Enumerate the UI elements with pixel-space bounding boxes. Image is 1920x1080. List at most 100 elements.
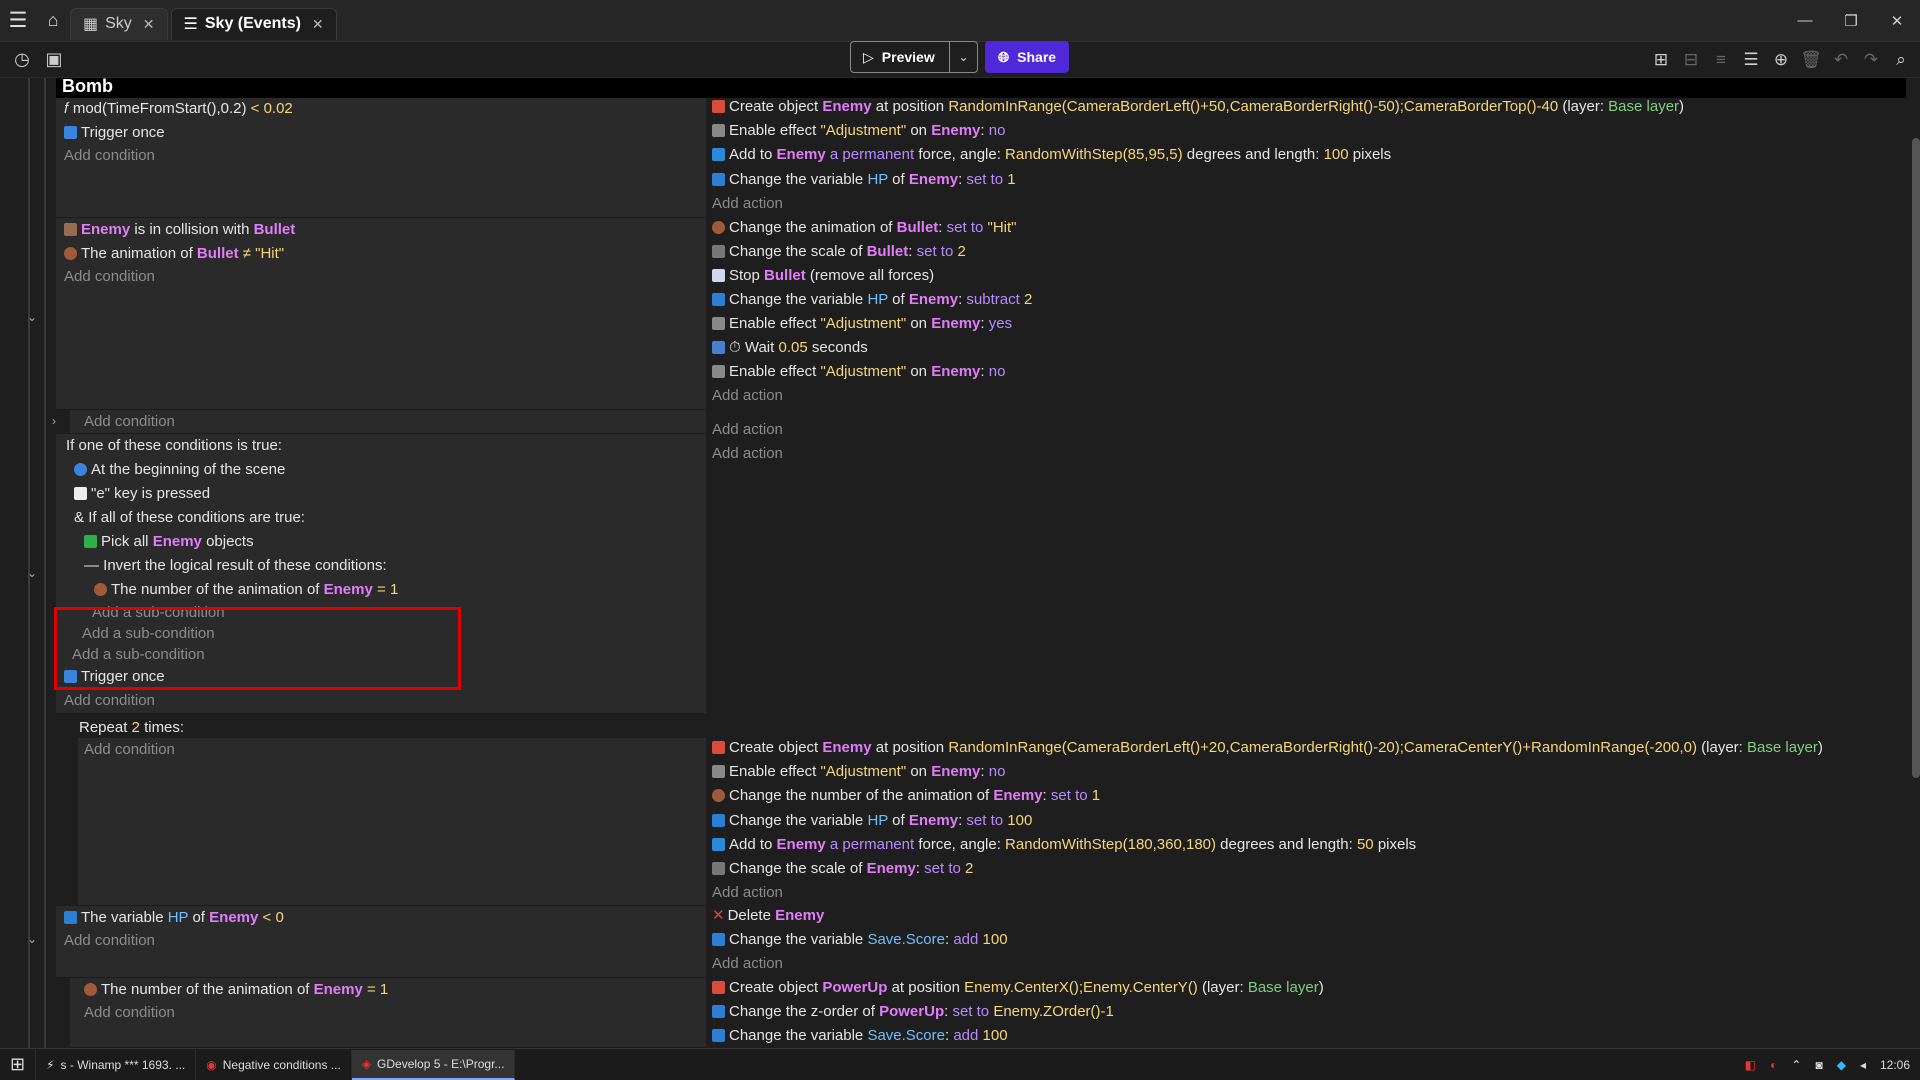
action-variable[interactable]: Change the variable HP of Enemy: set to …	[712, 812, 1032, 830]
chevron-down-icon[interactable]: ⌄	[27, 932, 37, 946]
invert-text: Invert the logical result of these condi…	[103, 557, 387, 574]
action-force[interactable]: Add to Enemy a permanent force, angle: R…	[712, 146, 1391, 164]
condition-animation-number[interactable]: The number of the animation of Enemy = 1	[84, 981, 388, 999]
add-condition-link[interactable]: Add condition	[84, 413, 175, 431]
gamepad-icon[interactable]: ◙	[1815, 1058, 1822, 1072]
close-icon[interactable]: ✕	[312, 16, 324, 33]
action-zorder[interactable]: Change the z-order of PowerUp: set to En…	[712, 1003, 1114, 1021]
event-5-conditions[interactable]: The variable HP of Enemy < 0 Add conditi…	[56, 906, 706, 978]
tray-app-icon[interactable]: ◐	[1770, 1058, 1777, 1072]
condition-animation[interactable]: The animation of Bullet ≠ "Hit"	[64, 245, 284, 263]
event-2-conditions[interactable]: Enemy is in collision with Bullet The an…	[56, 218, 706, 410]
chevron-down-icon[interactable]: ⌄	[27, 566, 37, 580]
preview-button[interactable]: ▷ Preview ⌄	[850, 41, 978, 73]
repeat-header[interactable]: Repeat 2 times:	[79, 719, 184, 737]
preview-main[interactable]: ▷ Preview	[851, 49, 949, 66]
menu-icon[interactable]: ☰	[0, 0, 36, 42]
event-tools: ⊞ ⊟ ≡ ☰ ⊕ 🗑︎ ↶ ↷ ⌕	[1646, 42, 1916, 78]
action-create[interactable]: Create object Enemy at position RandomIn…	[712, 98, 1684, 116]
add-condition-link[interactable]: Add condition	[84, 1004, 175, 1022]
chevron-right-icon[interactable]: ›	[52, 414, 56, 428]
add-action-link[interactable]: Add action	[712, 387, 783, 405]
add-condition-link[interactable]: Add condition	[64, 932, 155, 950]
add-action-link[interactable]: Add action	[712, 195, 783, 213]
home-icon[interactable]: ⌂	[36, 0, 70, 42]
chevron-down-icon[interactable]: ⌄	[949, 42, 977, 72]
action-create[interactable]: Create object PowerUp at position Enemy.…	[712, 979, 1324, 997]
action-effect[interactable]: Enable effect "Adjustment" on Enemy: no	[712, 763, 1005, 781]
add-sub-condition-link[interactable]: Add a sub-condition	[92, 604, 225, 622]
condition-invert[interactable]: — Invert the logical result of these con…	[84, 557, 387, 575]
condition-animation-number[interactable]: The number of the animation of Enemy = 1	[94, 581, 398, 599]
action-force[interactable]: Add to Enemy a permanent force, angle: R…	[712, 836, 1416, 854]
tab-sky-events[interactable]: ☰ Sky (Events) ✕	[170, 7, 337, 40]
action-scale[interactable]: Change the scale of Enemy: set to 2	[712, 860, 973, 878]
tray-app-icon[interactable]: ◆	[1837, 1058, 1846, 1072]
action-animation-number[interactable]: Change the number of the animation of En…	[712, 787, 1100, 805]
add-action-link[interactable]: Add action	[712, 445, 783, 463]
comment-icon[interactable]: ☰	[1736, 50, 1766, 70]
condition-formula[interactable]: 𝑓 mod(TimeFromStart(),0.2) < 0.02	[64, 100, 293, 118]
close-window-icon[interactable]: ✕	[1874, 12, 1920, 30]
action-animation[interactable]: Change the animation of Bullet: set to "…	[712, 219, 1016, 237]
trigger-icon	[64, 670, 77, 683]
restore-icon[interactable]: ❐	[1828, 12, 1874, 30]
condition-trigger-once[interactable]: Trigger once	[64, 668, 165, 686]
search-icon[interactable]: ⌕	[1886, 50, 1916, 70]
add-condition-link[interactable]: Add condition	[84, 741, 175, 759]
action-scale[interactable]: Change the scale of Bullet: set to 2	[712, 243, 966, 261]
pick-label: Pick all	[101, 533, 149, 550]
action-variable[interactable]: Change the variable HP of Enemy: subtrac…	[712, 291, 1032, 309]
action-effect[interactable]: Enable effect "Adjustment" on Enemy: no	[712, 363, 1005, 381]
add-action-link[interactable]: Add action	[712, 955, 783, 973]
condition-trigger-once[interactable]: Trigger once	[64, 124, 165, 142]
sub-event-conditions[interactable]: Add condition	[70, 410, 706, 434]
group-title[interactable]: Bomb	[56, 78, 1906, 98]
clock[interactable]: 12:06	[1880, 1058, 1910, 1072]
action-delete[interactable]: ✕ Delete Enemy	[712, 907, 824, 925]
event-6-conditions[interactable]: The number of the animation of Enemy = 1…	[70, 978, 706, 1048]
add-icon[interactable]: ⊕	[1766, 50, 1796, 70]
scrollbar[interactable]	[1912, 138, 1920, 778]
start-button[interactable]: ⊞	[0, 1049, 37, 1080]
action-score[interactable]: Change the variable Save.Score: add 100	[712, 931, 1008, 949]
action-create[interactable]: Create object Enemy at position RandomIn…	[712, 739, 1823, 757]
tab-sky[interactable]: ▦ Sky ✕	[70, 7, 168, 40]
action-effect[interactable]: Enable effect "Adjustment" on Enemy: no	[712, 122, 1005, 140]
minimize-icon[interactable]: —	[1782, 12, 1828, 30]
timer-icon	[712, 341, 725, 354]
add-event-icon[interactable]: ⊞	[1646, 50, 1676, 70]
condition-scene-start[interactable]: At the beginning of the scene	[74, 461, 285, 479]
share-button[interactable]: 🌐︎ Share	[985, 41, 1069, 73]
volume-icon[interactable]: ◂	[1860, 1058, 1866, 1072]
condition-variable[interactable]: The variable HP of Enemy < 0	[64, 909, 284, 927]
add-action-link[interactable]: Add action	[712, 884, 783, 902]
add-action-link[interactable]: Add action	[712, 421, 783, 439]
action-effect[interactable]: Enable effect "Adjustment" on Enemy: yes	[712, 315, 1012, 333]
chevron-up-icon[interactable]: ⌃	[1791, 1058, 1801, 1072]
add-sub-condition-link[interactable]: Add a sub-condition	[72, 646, 205, 664]
add-condition-link[interactable]: Add condition	[64, 692, 155, 710]
add-sub-condition-link[interactable]: Add a sub-condition	[82, 625, 215, 643]
close-icon[interactable]: ✕	[143, 16, 155, 33]
event-or-conditions[interactable]: If one of these conditions is true: At t…	[56, 434, 706, 714]
condition-pick-all[interactable]: Pick all Enemy objects	[84, 533, 254, 551]
action-variable[interactable]: Change the variable HP of Enemy: set to …	[712, 171, 1016, 189]
action-wait[interactable]: ⏱ Wait 0.05 seconds	[712, 339, 868, 357]
taskbar-gdevelop[interactable]: ◈ GDevelop 5 - E:\Progr...	[351, 1049, 516, 1080]
history-icon[interactable]: ◷	[6, 42, 38, 78]
add-condition-link[interactable]: Add condition	[64, 147, 155, 165]
action-stop[interactable]: Stop Bullet (remove all forces)	[712, 267, 934, 285]
repeat-conditions[interactable]: Add condition	[78, 738, 706, 906]
add-condition-link[interactable]: Add condition	[64, 268, 155, 286]
event-1-conditions[interactable]: 𝑓 mod(TimeFromStart(),0.2) < 0.02 Trigge…	[56, 98, 706, 218]
save-icon[interactable]: ▣	[38, 42, 70, 78]
action-score[interactable]: Change the variable Save.Score: add 100	[712, 1027, 1008, 1045]
condition-collision[interactable]: Enemy is in collision with Bullet	[64, 221, 295, 239]
tray-app-icon[interactable]: ◧	[1745, 1058, 1756, 1072]
chevron-down-icon[interactable]: ⌄	[27, 310, 37, 324]
undo-icon: ↶	[1833, 50, 1849, 69]
taskbar-winamp[interactable]: ⚡ s - Winamp *** 1693. ...	[36, 1049, 197, 1080]
condition-key-pressed[interactable]: "e" key is pressed	[74, 485, 210, 503]
taskbar-browser[interactable]: ◉ Negative conditions ...	[196, 1049, 352, 1080]
